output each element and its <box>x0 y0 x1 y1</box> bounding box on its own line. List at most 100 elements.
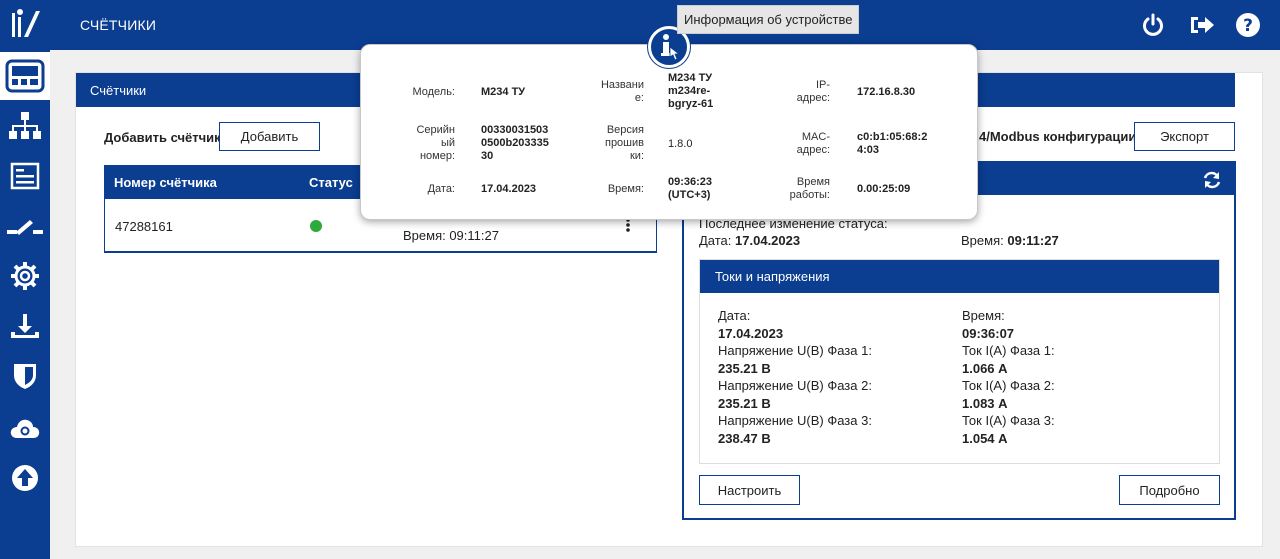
sidebar <box>0 0 50 559</box>
meter-number: 47288161 <box>115 219 173 234</box>
voltage-label: Напряжение U(В) Фаза 3: <box>718 413 872 428</box>
date-value: 17.04.2023 <box>481 183 537 195</box>
export-button[interactable]: Экспорт <box>1134 122 1235 151</box>
sidebar-item-switch[interactable] <box>0 202 50 250</box>
time-value: 09:36:23 (UTC+3) <box>668 176 712 202</box>
model-label: Модель: <box>412 86 455 98</box>
time-value-line: (UTC+3) <box>668 189 711 201</box>
serial-label: Серийн ый номер: <box>416 124 455 163</box>
column-header-number: Номер счётчика <box>114 175 217 190</box>
name-label: Названи е: <box>601 79 644 105</box>
serial-label-line: номер: <box>419 150 455 162</box>
help-button[interactable]: ? <box>1234 11 1262 39</box>
firmware-value: 1.8.0 <box>668 138 693 150</box>
gear-icon <box>11 262 39 290</box>
current-phase-3: Ток I(A) Фаза 3: 1.054 А <box>962 412 1055 448</box>
status-time: Время: 09:11:27 <box>961 232 1059 250</box>
time-value-line: 09:36:23 <box>668 176 713 188</box>
meter-time: Время: 09:11:27 <box>403 228 499 243</box>
ip-label: IP-адрес: <box>797 79 830 105</box>
name-value: М234 ТУ m234re-bgryz-61 <box>668 72 713 111</box>
current-value: 1.054 А <box>962 431 1008 446</box>
switch-icon <box>7 220 43 235</box>
cloud-gear-icon <box>10 419 40 438</box>
voltage-phase-3: Напряжение U(В) Фаза 3: 238.47 В <box>718 412 872 448</box>
firmware-label-line: прошив <box>604 137 644 149</box>
document-list-icon <box>10 162 40 190</box>
current-label: Ток I(A) Фаза 1: <box>962 343 1055 358</box>
sidebar-item-documents[interactable] <box>0 152 50 200</box>
name-label-line: Названи <box>600 79 644 91</box>
refresh-button[interactable] <box>1202 170 1222 190</box>
info-icon <box>661 34 681 61</box>
config-panel-header <box>978 73 1235 107</box>
status-date-value: 17.04.2023 <box>735 233 801 248</box>
sidebar-item-meters[interactable] <box>0 52 50 100</box>
mac-value-line: 4:03 <box>857 144 880 156</box>
measurements-title: Токи и напряжения <box>700 260 1219 293</box>
logo <box>0 0 50 50</box>
sidebar-item-upload[interactable] <box>0 302 50 350</box>
add-meter-label: Добавить счётчик <box>104 130 221 145</box>
power-button[interactable] <box>1139 11 1167 39</box>
mac-label-line: адрес: <box>796 144 830 156</box>
device-info-tooltip: Информация об устройстве <box>677 5 860 34</box>
firmware-label-line: ки: <box>629 150 644 162</box>
mac-label: MAC-адрес: <box>797 131 830 157</box>
configure-button[interactable]: Настроить <box>699 475 800 505</box>
upload-tray-icon <box>11 314 39 338</box>
column-header-status: Статус <box>309 175 353 190</box>
status-time-label: Время: <box>961 233 1004 248</box>
serial-value-line: 30 <box>481 150 494 162</box>
details-button[interactable]: Подробно <box>1119 475 1220 505</box>
voltage-phase-1: Напряжение U(В) Фаза 1: 235.21 В <box>718 342 872 378</box>
sidebar-item-security[interactable] <box>0 352 50 400</box>
name-value-line: m234re- <box>668 85 711 97</box>
uptime-label-line: Время <box>796 176 830 188</box>
ip-label-line: IP- <box>815 79 830 91</box>
serial-value-line: 00330031503 <box>481 124 549 136</box>
model-value: М234 ТУ <box>481 86 526 98</box>
page-title: СЧЁТЧИКИ <box>80 17 157 33</box>
arrow-up-circle-icon <box>12 465 38 491</box>
help-icon: ? <box>1236 13 1260 37</box>
uptime-label-line: работы: <box>789 189 830 201</box>
measure-time-label: Время: <box>962 308 1005 323</box>
logo-icon <box>12 9 40 37</box>
status-indicator <box>310 220 322 232</box>
voltage-value: 235.21 В <box>718 361 771 376</box>
voltage-label: Напряжение U(В) Фаза 2: <box>718 378 872 393</box>
firmware-label-line: Версия <box>606 124 644 136</box>
uptime-label: Время работы: <box>790 176 830 202</box>
sidebar-item-update[interactable] <box>0 454 50 502</box>
date-label: Дата: <box>427 183 455 195</box>
serial-value-line: 0500b203335 <box>481 137 549 149</box>
measure-time-value: 09:36:07 <box>962 326 1015 341</box>
status-date: Дата: 17.04.2023 <box>699 232 800 250</box>
uptime-value: 0.00:25:09 <box>857 183 911 195</box>
measure-date-label: Дата: <box>718 308 751 323</box>
current-label: Ток I(A) Фаза 3: <box>962 413 1055 428</box>
sidebar-item-network[interactable] <box>0 102 50 150</box>
ip-value: 172.16.8.30 <box>857 86 916 98</box>
voltage-label: Напряжение U(В) Фаза 1: <box>718 343 872 358</box>
voltage-value: 238.47 В <box>718 431 771 446</box>
config-title: 4/Modbus конфигурации <box>979 129 1137 144</box>
serial-label-line: Серийн <box>416 124 455 136</box>
serial-value: 00330031503 0500b203335 30 <box>481 124 549 163</box>
time-label: Время: <box>607 183 644 195</box>
sidebar-item-cloud[interactable] <box>0 404 50 452</box>
network-icon <box>9 112 41 139</box>
voltage-value: 235.21 В <box>718 396 771 411</box>
current-value: 1.066 А <box>962 361 1008 376</box>
sidebar-item-settings[interactable] <box>0 252 50 300</box>
shield-icon <box>14 364 36 389</box>
add-meter-button[interactable]: Добавить <box>219 122 320 151</box>
measure-date-value: 17.04.2023 <box>718 326 784 341</box>
name-value-line: bgryz-61 <box>668 98 714 110</box>
svg-text:?: ? <box>1243 16 1253 36</box>
logout-icon <box>1191 17 1214 33</box>
measure-time: Время: 09:36:07 <box>962 307 1014 343</box>
logout-button[interactable] <box>1188 11 1216 39</box>
measure-date: Дата: 17.04.2023 <box>718 307 783 343</box>
